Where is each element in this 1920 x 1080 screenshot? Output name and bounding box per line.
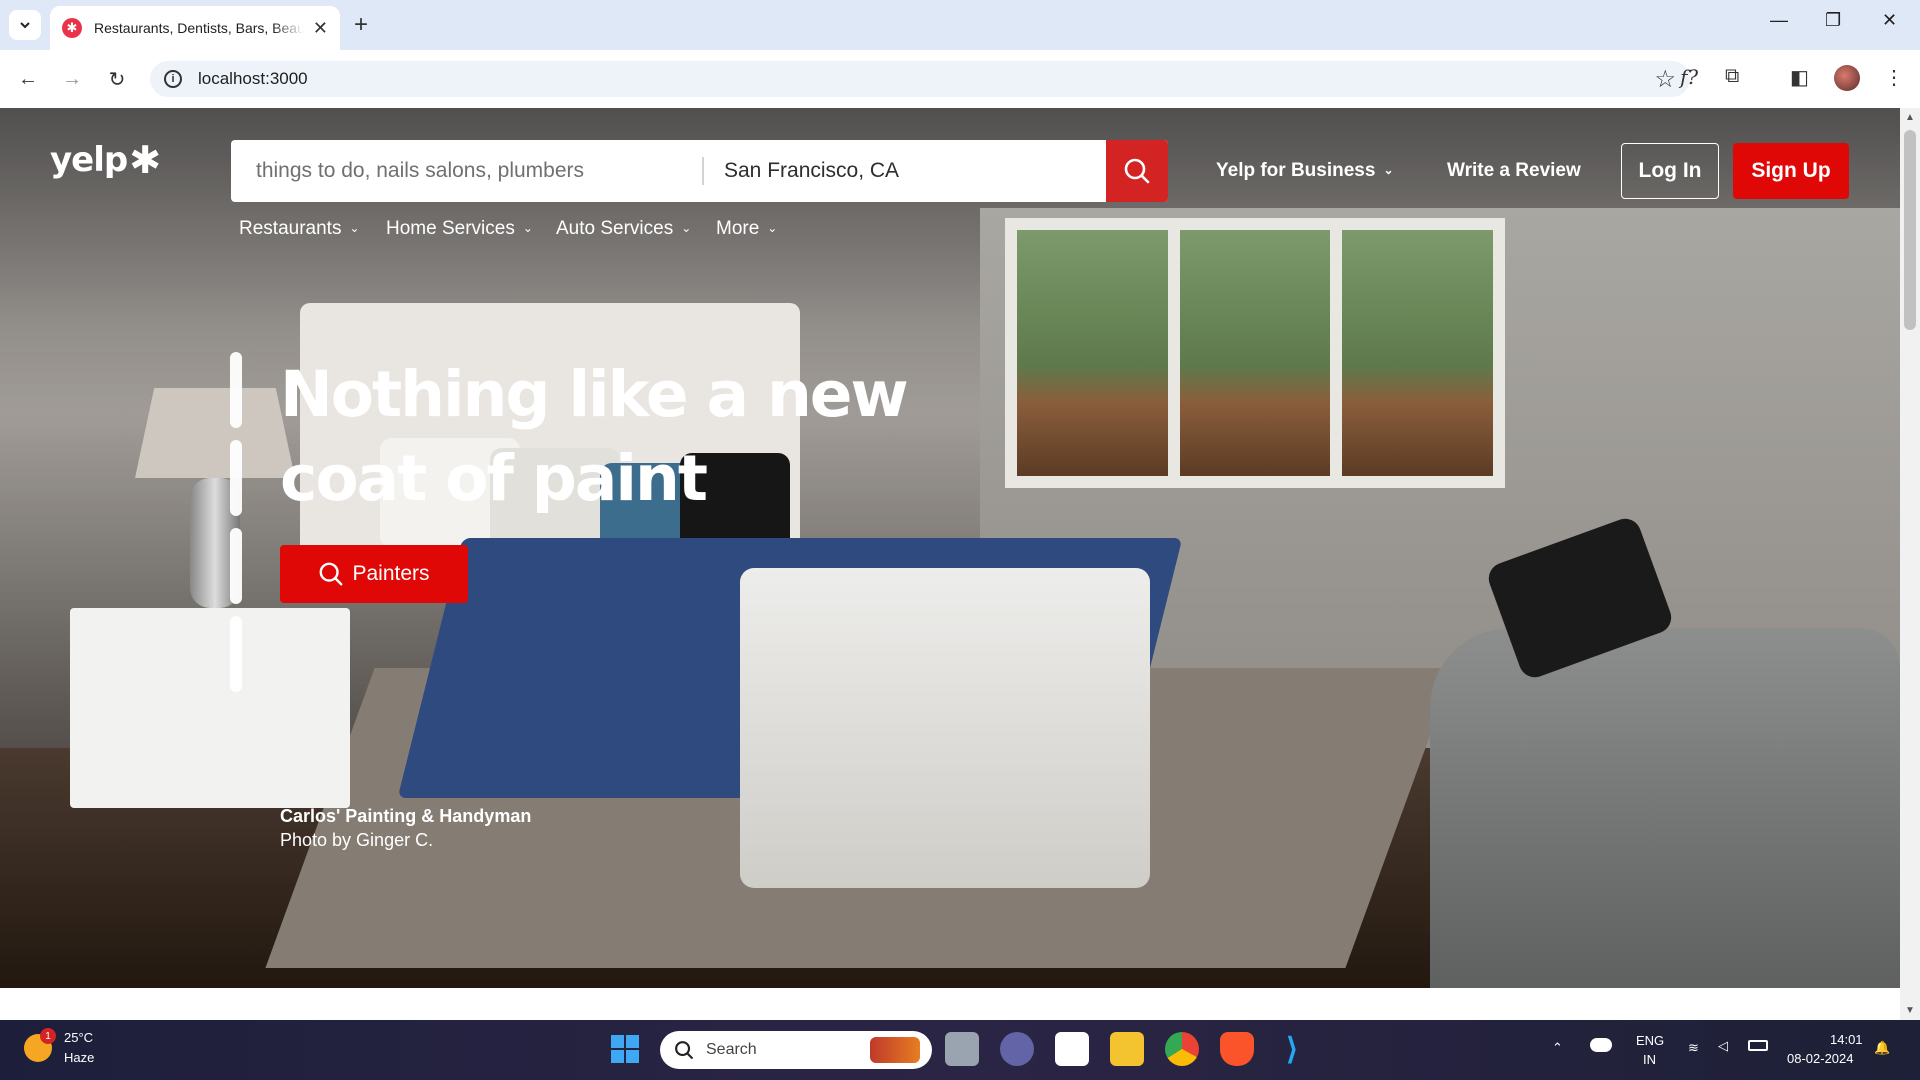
- chevron-down-icon: [20, 22, 30, 29]
- site-info-icon[interactable]: i: [164, 70, 182, 88]
- taskbar-search[interactable]: Search: [660, 1031, 932, 1069]
- scroll-up-arrow-icon[interactable]: ▲: [1905, 112, 1915, 123]
- vscode-icon[interactable]: ⟩: [1275, 1032, 1309, 1066]
- language-bottom[interactable]: IN: [1643, 1052, 1656, 1067]
- search-icon: [675, 1041, 693, 1059]
- forward-icon[interactable]: →: [57, 64, 87, 94]
- active-tab[interactable]: ✱ Restaurants, Dentists, Bars, Beauty Sa…: [50, 6, 340, 50]
- yelp-for-business-menu[interactable]: Yelp for Business ⌄: [1216, 160, 1394, 182]
- weather-description[interactable]: Haze: [64, 1050, 94, 1065]
- task-view-icon[interactable]: [945, 1032, 979, 1066]
- weather-temperature[interactable]: 25°C: [64, 1030, 93, 1045]
- close-tab-icon[interactable]: ✕: [313, 18, 328, 39]
- carousel-dot[interactable]: [230, 440, 242, 516]
- new-tab-button[interactable]: +: [354, 12, 368, 38]
- hero-headline: Nothing like a new coat of paint: [280, 353, 980, 521]
- side-panel-icon[interactable]: ◧: [1790, 65, 1809, 90]
- yelp-logo[interactable]: yelp ✱: [50, 138, 161, 182]
- scroll-down-arrow-icon[interactable]: ▼: [1905, 1005, 1915, 1016]
- page-scrollbar[interactable]: ▲ ▼: [1900, 108, 1920, 1020]
- window-graphic: [1005, 218, 1505, 488]
- chevron-down-icon: ⌄: [767, 221, 778, 235]
- clock-time[interactable]: 14:01: [1830, 1032, 1863, 1047]
- search-icon: [320, 562, 343, 586]
- onedrive-cloud-icon[interactable]: [1590, 1038, 1612, 1052]
- category-restaurants[interactable]: Restaurants ⌄: [239, 218, 360, 240]
- category-auto-services[interactable]: Auto Services ⌄: [556, 218, 691, 240]
- find-input[interactable]: [231, 140, 702, 202]
- windows-taskbar: 1 25°C Haze Search ⟩ ⌃ ENG IN ≋ ◁ 14:01 …: [0, 1020, 1920, 1080]
- battery-icon[interactable]: [1748, 1040, 1768, 1051]
- tab-search-button[interactable]: [9, 10, 41, 40]
- photo-credit-business[interactable]: Carlos' Painting & Handyman: [280, 806, 531, 827]
- write-review-link[interactable]: Write a Review: [1447, 160, 1581, 182]
- yelp-logo-text: yelp: [50, 140, 128, 180]
- search-bar: [231, 140, 1168, 202]
- search-button[interactable]: [1106, 140, 1168, 202]
- category-home-services[interactable]: Home Services ⌄: [386, 218, 533, 240]
- category-more[interactable]: More ⌄: [716, 218, 777, 240]
- login-button[interactable]: Log In: [1621, 143, 1719, 199]
- category-label: Home Services: [386, 218, 515, 239]
- brave-icon[interactable]: [1220, 1032, 1254, 1066]
- tab-title: Restaurants, Dentists, Bars, Beauty Salo…: [94, 20, 304, 36]
- category-label: Auto Services: [556, 218, 674, 239]
- yelp-favicon-icon: ✱: [62, 18, 82, 38]
- clock-date[interactable]: 08-02-2024: [1787, 1051, 1854, 1066]
- close-window-button[interactable]: ✕: [1882, 10, 1897, 31]
- language-top[interactable]: ENG: [1636, 1033, 1664, 1048]
- search-highlight-image: [870, 1037, 920, 1063]
- bookmark-star-icon[interactable]: ☆: [1654, 65, 1676, 94]
- category-label: More: [716, 218, 760, 239]
- address-url[interactable]: localhost:3000: [198, 69, 308, 89]
- hero-headline-line1: Nothing like a new: [280, 358, 909, 431]
- photo-credit-author[interactable]: Photo by Ginger C.: [280, 830, 433, 851]
- minimize-button[interactable]: —: [1770, 10, 1788, 31]
- start-icon[interactable]: [608, 1032, 642, 1066]
- carousel-dot[interactable]: [230, 352, 242, 428]
- browser-toolbar: ← → ↻ i localhost:3000 ☆ f? ⧉ ◧ ⋮: [0, 50, 1920, 108]
- yelp-for-business-label: Yelp for Business: [1216, 160, 1376, 181]
- back-icon[interactable]: ←: [13, 64, 43, 94]
- yelp-burst-icon: ✱: [129, 138, 161, 182]
- notifications-bell-icon[interactable]: 🔔: [1874, 1040, 1890, 1056]
- chevron-down-icon: ⌄: [681, 221, 692, 235]
- hero-headline-line2: coat of paint: [280, 442, 708, 515]
- teams-chat-icon[interactable]: [1000, 1032, 1034, 1066]
- location-input[interactable]: [704, 140, 1168, 202]
- restore-button[interactable]: ❐: [1825, 10, 1841, 31]
- chrome-icon[interactable]: [1165, 1032, 1199, 1066]
- chevron-down-icon: ⌄: [349, 221, 360, 235]
- volume-icon[interactable]: ◁: [1718, 1038, 1728, 1054]
- wifi-icon[interactable]: ≋: [1688, 1040, 1699, 1056]
- weather-badge: 1: [40, 1028, 56, 1044]
- carousel-dot[interactable]: [230, 528, 242, 604]
- show-hidden-icons-chevron-up-icon[interactable]: ⌃: [1552, 1040, 1563, 1056]
- reload-icon[interactable]: ↻: [102, 64, 132, 94]
- function-extension-icon[interactable]: f?: [1680, 65, 1698, 89]
- painters-label: Painters: [352, 562, 430, 585]
- microsoft-store-icon[interactable]: [1055, 1032, 1089, 1066]
- menu-kebab-icon[interactable]: ⋮: [1884, 65, 1904, 90]
- chevron-down-icon: ⌄: [522, 221, 533, 235]
- signup-button[interactable]: Sign Up: [1733, 143, 1849, 199]
- profile-avatar[interactable]: [1834, 65, 1860, 91]
- taskbar-search-label: Search: [706, 1041, 757, 1058]
- extensions-icon[interactable]: ⧉: [1725, 65, 1739, 88]
- scroll-thumb[interactable]: [1904, 130, 1916, 330]
- carousel-indicator: [230, 352, 242, 704]
- category-label: Restaurants: [239, 218, 342, 239]
- page-viewport: yelp ✱ Yelp for Business ⌄ Write a Review…: [0, 108, 1900, 1020]
- painters-button[interactable]: Painters: [280, 545, 468, 603]
- hero-section: yelp ✱ Yelp for Business ⌄ Write a Review…: [0, 108, 1900, 988]
- search-icon: [1124, 158, 1150, 184]
- browser-tab-bar: ✱ Restaurants, Dentists, Bars, Beauty Sa…: [0, 0, 1920, 50]
- carousel-dot[interactable]: [230, 616, 242, 692]
- chevron-down-icon: ⌄: [1383, 163, 1394, 177]
- file-explorer-icon[interactable]: [1110, 1032, 1144, 1066]
- address-bar[interactable]: i localhost:3000 ☆: [150, 61, 1690, 97]
